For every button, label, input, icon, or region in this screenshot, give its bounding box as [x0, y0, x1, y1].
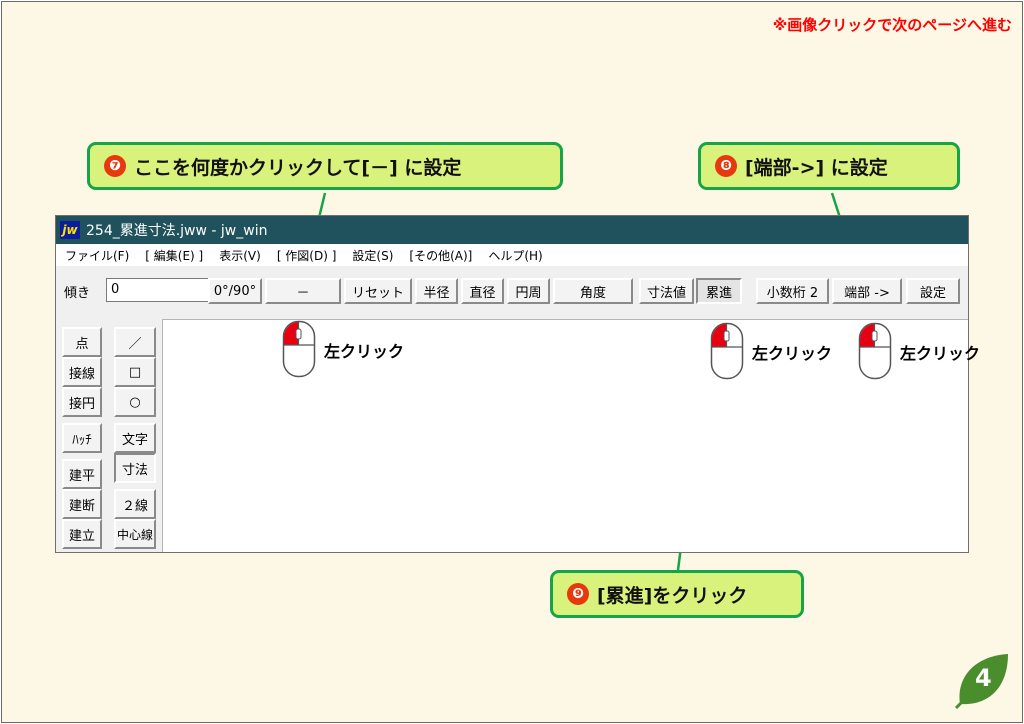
next-page-note[interactable]: ※画像クリックで次のページへ進む [773, 14, 1012, 35]
left-click-label: 左クリック [900, 344, 981, 363]
tool-tangent-line[interactable]: 接線 [62, 357, 102, 387]
end-style-button[interactable]: 端部 -> [832, 278, 902, 304]
tool-tangent-circle[interactable]: 接円 [62, 387, 102, 417]
tool-point[interactable]: 点 [62, 327, 102, 357]
dimension-type-button[interactable]: － [265, 278, 341, 304]
callout-step-8: ❽ [端部->] に設定 [698, 142, 960, 190]
dimension-value-button[interactable]: 寸法値 [639, 278, 694, 304]
step-8-badge: ❽ [715, 155, 737, 177]
menu-file[interactable]: ファイル(F) [56, 247, 136, 264]
tool-circle[interactable]: ○ [114, 387, 156, 417]
angle-button[interactable]: 角度 [553, 278, 633, 304]
menu-help[interactable]: ヘルプ(H) [479, 247, 549, 264]
menu-view[interactable]: 表示(V) [210, 247, 268, 264]
dimension-toolbar: 傾き 0 ▼ 0°/90° － リセット 半径 直径 円周 角度 寸法値 累進 … [56, 270, 968, 304]
window-title: 254_累進寸法.jww - jw_win [86, 223, 268, 239]
page-number-badge: 4 [952, 650, 1012, 710]
reset-button[interactable]: リセット [344, 278, 412, 304]
callout-step-7: ❼ ここを何度かクリックして[－] に設定 [87, 142, 563, 190]
step-7-badge: ❼ [104, 155, 126, 177]
settings-button[interactable]: 設定 [906, 278, 960, 304]
tool-building-section[interactable]: 建断 [62, 489, 102, 519]
tool-hatch[interactable]: ﾊｯﾁ [62, 423, 102, 453]
left-click-label: 左クリック [752, 344, 833, 363]
jw-win-window: jw 254_累進寸法.jww - jw_win ファイル(F) [ 編集(E)… [55, 215, 969, 553]
circumference-button[interactable]: 円周 [507, 278, 550, 304]
tool-building-elevation[interactable]: 建立 [62, 519, 102, 549]
tool-text[interactable]: 文字 [114, 423, 156, 453]
menu-settings[interactable]: 設定(S) [343, 247, 400, 264]
left-click-label: 左クリック [324, 342, 405, 361]
menu-draw[interactable]: [ 作図(D) ] [268, 247, 344, 264]
tool-center-line[interactable]: 中心線 [114, 519, 156, 549]
page-number: 4 [975, 664, 992, 692]
step-8-text: [端部->] に設定 [745, 156, 888, 179]
mouse-left-click-icon [282, 320, 316, 378]
menu-other[interactable]: [その他(A)] [400, 247, 479, 264]
callout-step-9: ❾ [累進]をクリック [550, 570, 804, 618]
tool-line[interactable]: ／ [114, 327, 156, 357]
tool-dimension[interactable]: 寸法 [114, 453, 156, 483]
tilt-label: 傾き [64, 286, 91, 301]
tilt-value: 0 [111, 282, 120, 297]
left-tool-panel: 点 接線 接円 ﾊｯﾁ 建平 建断 建立 ／ □ ○ 文字 寸法 ２線 中心線 [56, 319, 161, 553]
step-9-badge: ❾ [567, 583, 589, 605]
step-9-text: [累進]をクリック [597, 584, 748, 607]
diameter-button[interactable]: 直径 [461, 278, 504, 304]
tool-building-plan[interactable]: 建平 [62, 459, 102, 489]
step-7-text: ここを何度かクリックして[－] に設定 [134, 156, 462, 179]
menu-edit[interactable]: [ 編集(E) ] [136, 247, 210, 264]
progressive-button[interactable]: 累進 [696, 278, 742, 304]
decimal-digits-button[interactable]: 小数桁 2 [756, 278, 829, 304]
menu-bar: ファイル(F) [ 編集(E) ] 表示(V) [ 作図(D) ] 設定(S) … [56, 244, 968, 266]
radius-button[interactable]: 半径 [415, 278, 458, 304]
title-bar[interactable]: jw 254_累進寸法.jww - jw_win [56, 216, 968, 244]
tool-double-line[interactable]: ２線 [114, 489, 156, 519]
mouse-left-click-icon [710, 322, 744, 380]
tool-rectangle[interactable]: □ [114, 357, 156, 387]
mouse-left-click-icon [858, 322, 892, 380]
angle-0-90-button[interactable]: 0°/90° [208, 278, 262, 304]
jw-app-icon: jw [60, 221, 80, 239]
